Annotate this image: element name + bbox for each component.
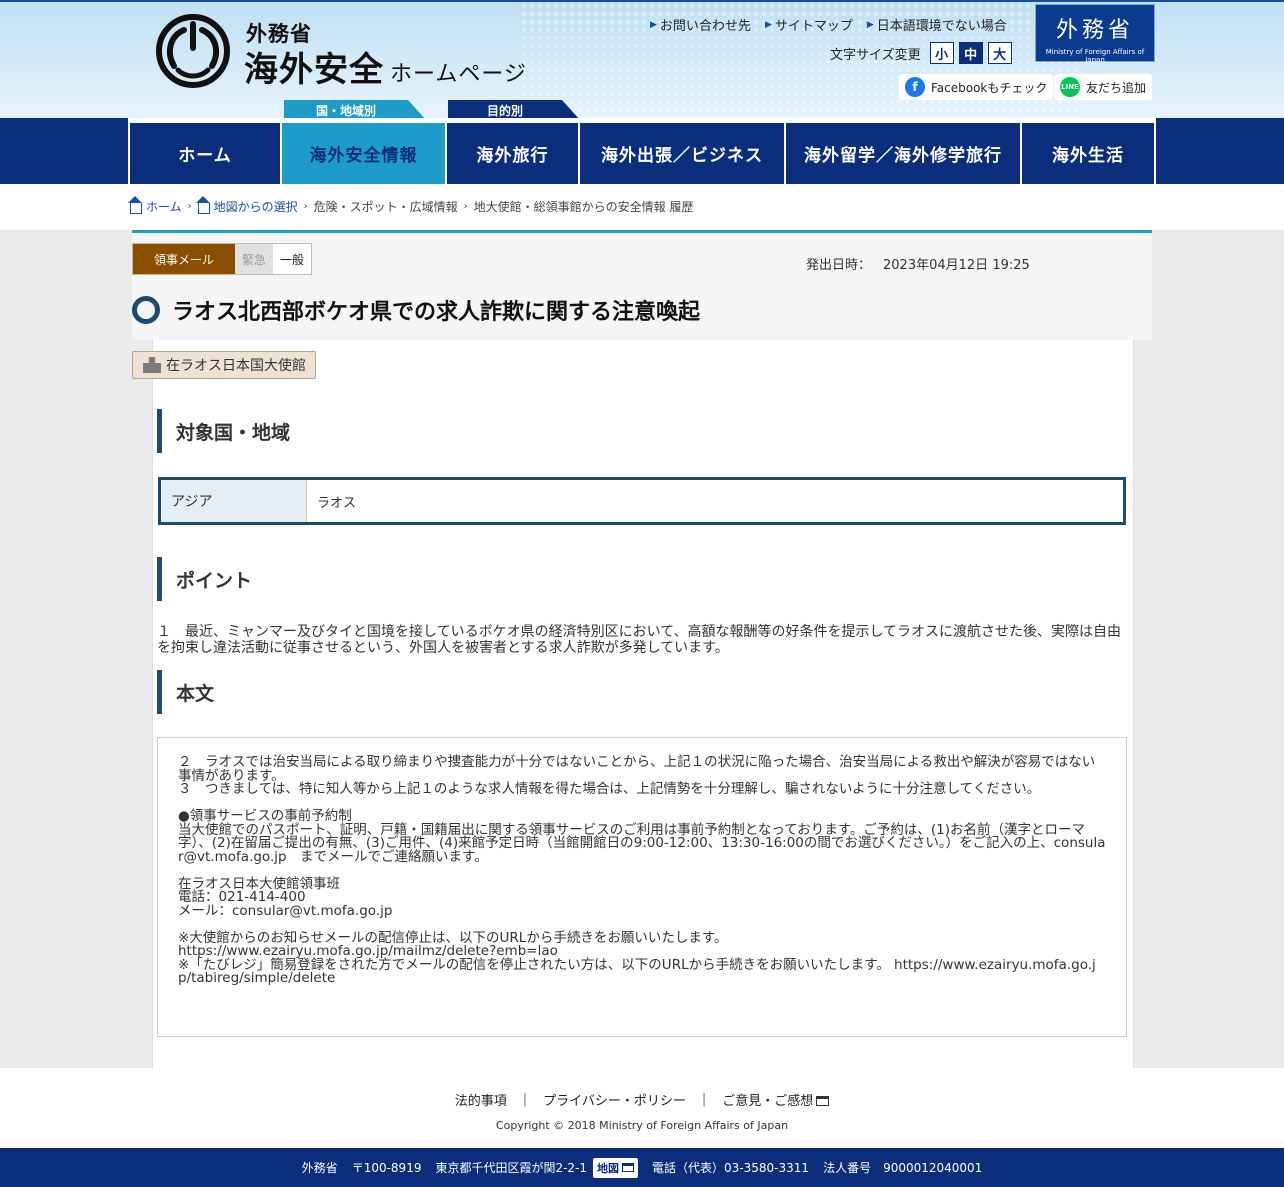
general-label: 一般 (273, 244, 311, 274)
target-country: ラオス (317, 495, 357, 511)
arrow-right-icon: ▶ (764, 19, 772, 30)
embassy-tag: 在ラオス日本国大使館 (132, 351, 316, 379)
non-japanese-env-link-label: 日本語環境でない場合 (876, 19, 1007, 34)
facebook-icon: f (905, 77, 925, 97)
nav-travel[interactable]: 海外旅行 (447, 123, 580, 184)
mofa-badge-jp: 外務省 (1055, 18, 1134, 43)
feedback-link-label: ご意見・ご感想 (722, 1094, 814, 1109)
global-nav: ホーム 海外安全情報 海外旅行 海外出張／ビジネス 海外留学／海外修学旅行 海外… (0, 118, 1284, 184)
font-size-switcher: 文字サイズ変更 小 中 大 (830, 42, 1012, 64)
global-nav-inner: ホーム 海外安全情報 海外旅行 海外出張／ビジネス 海外留学／海外修学旅行 海外… (128, 118, 1156, 184)
font-size-label: 文字サイズ変更 (830, 47, 921, 63)
breadcrumb-spot: 危険・スポット・広域情報 (313, 200, 458, 214)
facebook-label: Facebookもチェック (931, 80, 1048, 95)
nav-living-abroad[interactable]: 海外生活 (1022, 123, 1156, 184)
font-size-medium-button[interactable]: 中 (958, 42, 983, 64)
issued-label: 発出日時： (806, 258, 872, 273)
facebook-button[interactable]: f Facebookもチェック (899, 74, 1054, 100)
page-title: ラオス北西部ボケオ県での求人詐欺に関する注意喚起 (172, 300, 701, 325)
breadcrumb-separator: › (303, 201, 308, 212)
site-title[interactable]: 海外安全 ホームページ (244, 42, 527, 91)
font-size-small-button[interactable]: 小 (929, 42, 954, 64)
feedback-link[interactable]: ご意見・ご感想 (722, 1090, 830, 1109)
footer-links: 法的事項 | プライバシー・ポリシー | ご意見・ご感想 (0, 1090, 1284, 1109)
section-heading-body: 本文 (157, 670, 214, 714)
breadcrumb-separator: › (187, 201, 192, 212)
home-icon (128, 196, 142, 214)
breadcrumb-map-label: 地図からの選択 (213, 200, 298, 214)
footer-corp-no: 法人番号 9000012040001 (823, 1161, 983, 1175)
breadcrumb-home-label: ホーム (146, 200, 182, 214)
sitemap-link[interactable]: ▶ サイトマップ (765, 15, 853, 34)
nav-home[interactable]: ホーム (128, 123, 282, 184)
target-area-table: アジア ラオス (158, 477, 1126, 525)
circle-icon (132, 296, 160, 324)
breadcrumb-bar: ホーム › 地図からの選択 › 危険・スポット・広域情報 › 地大使館・総領事館… (0, 184, 1284, 230)
top-links: ▶ お問い合わせ先 ▶ サイトマップ ▶ 日本語環境でない場合 (650, 15, 1007, 34)
breadcrumb: ホーム › 地図からの選択 › 危険・スポット・広域情報 › 地大使館・総領事館… (128, 196, 694, 215)
issued-date: 2023年04月12日 19:25 (883, 258, 1030, 273)
mofa-badge[interactable]: 外務省 Ministry of Foreign Affairs of Japan (1035, 4, 1155, 64)
sitemap-link-label: サイトマップ (774, 19, 853, 34)
tab-purpose: 目的別 (448, 100, 580, 118)
mail-type-label: 領事メール (133, 244, 235, 274)
footer-postal: 〒100-8919 (351, 1161, 422, 1175)
body-text-box: ２ ラオスでは治安当局による取り締まりや捜査能力が十分ではないことから、上記１の… (157, 737, 1127, 1037)
urgent-label: 緊急 (235, 244, 273, 274)
line-icon: LINE (1060, 77, 1080, 97)
nav-safety-info[interactable]: 海外安全情報 (282, 123, 447, 184)
breadcrumb-map[interactable]: 地図からの選択 (195, 196, 298, 215)
site-title-sub: ホームページ (390, 62, 527, 87)
contact-name: 在ラオス日本大使館領事班 (178, 875, 340, 892)
issued-datetime: 発出日時： 2023年04月12日 19:25 (806, 254, 1030, 273)
article-title-row: ラオス北西部ボケオ県での求人詐欺に関する注意喚起 (132, 294, 700, 326)
building-icon (143, 357, 161, 373)
line-label: 友だち追加 (1086, 80, 1147, 95)
contact-link[interactable]: ▶ お問い合わせ先 (650, 15, 751, 34)
breadcrumb-separator: › (463, 201, 468, 212)
tabireg-note: ※「たびレジ」簡易登録をされた方でメールの配信を停止されたい方は、以下のURLか… (178, 956, 1096, 986)
nav-business[interactable]: 海外出張／ビジネス (580, 123, 786, 184)
arrow-right-icon: ▶ (866, 19, 874, 30)
map-button[interactable]: 地図 (593, 1157, 639, 1178)
reservation-text: 当大使館でのパスポート、証明、戸籍・国籍届出に関する領事サービスのご利用は事前予… (178, 821, 1106, 865)
legal-link[interactable]: 法的事項 (455, 1090, 507, 1109)
site-title-main: 海外安全 (244, 50, 384, 90)
contact-mail: メール：consular@vt.mofa.go.jp (178, 902, 393, 919)
map-button-label: 地図 (597, 1161, 620, 1175)
point-text: １ 最近、ミャンマー及びタイと国境を接しているボケオ県の経済特別区において、高額… (157, 624, 1122, 656)
external-window-icon (622, 1163, 635, 1172)
nav-study-abroad[interactable]: 海外留学／海外修学旅行 (786, 123, 1022, 184)
body-paragraph-3: ３ つきましては、特に知人等から上記１のような求人情報を得た場合は、上記情勢を十… (178, 781, 1041, 797)
font-size-large-button[interactable]: 大 (987, 42, 1012, 64)
mail-category-tag: 領事メール 緊急 一般 (132, 243, 312, 275)
footer-separator: | (701, 1092, 707, 1107)
breadcrumb-home[interactable]: ホーム (128, 196, 182, 215)
tab-country: 国・地域別 (284, 100, 426, 118)
mofa-logo-icon[interactable] (156, 14, 230, 88)
embassy-name: 在ラオス日本国大使館 (166, 358, 306, 374)
body-paragraph-2: ２ ラオスでは治安当局による取り締まりや捜査能力が十分ではないことから、上記１の… (178, 754, 1096, 784)
home-icon (195, 196, 210, 214)
address-bar: 外務省 〒100-8919 東京都千代田区霞が関2-2-1 地図 電話（代表）0… (0, 1148, 1284, 1187)
section-heading-point: ポイント (157, 557, 252, 601)
external-window-icon (816, 1096, 830, 1106)
mofa-badge-en: Ministry of Foreign Affairs of Japan (1045, 48, 1145, 64)
breadcrumb-current: 地大使館・総領事館からの安全情報 履歴 (473, 200, 694, 214)
privacy-link[interactable]: プライバシー・ポリシー (543, 1090, 686, 1109)
copyright: Copyright © 2018 Ministry of Foreign Aff… (495, 1119, 789, 1132)
arrow-right-icon: ▶ (650, 19, 657, 30)
contact-link-label: お問い合わせ先 (659, 19, 751, 34)
line-add-friend-button[interactable]: LINE 友だち追加 (1054, 74, 1153, 100)
footer: 法的事項 | プライバシー・ポリシー | ご意見・ご感想 Copyright ©… (0, 1068, 1284, 1148)
target-region: アジア (161, 480, 307, 522)
non-japanese-env-link[interactable]: ▶ 日本語環境でない場合 (867, 15, 1007, 34)
footer-address: 東京都千代田区霞が関2-2-1 (435, 1161, 588, 1175)
footer-separator: | (522, 1092, 528, 1107)
section-heading-target: 対象国・地域 (157, 409, 290, 453)
site-header: 外務省 海外安全 ホームページ ▶ お問い合わせ先 ▶ サイトマップ ▶ 日本語環境でな… (0, 0, 1284, 118)
footer-org: 外務省 (301, 1161, 338, 1175)
footer-phone: 電話（代表）03-3580-3311 (652, 1161, 810, 1175)
